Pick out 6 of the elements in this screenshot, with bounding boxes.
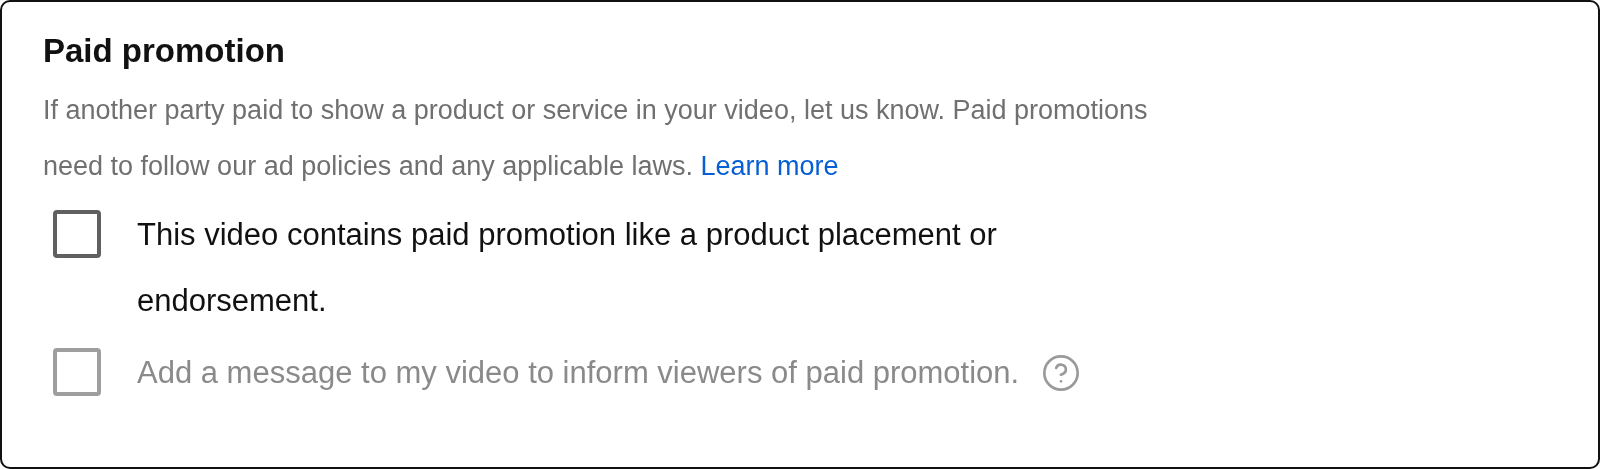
- section-description: If another party paid to show a product or service in your video, let us know. Paid promotions need to follow our ad policies and any applicable laws. Learn more: [43, 94, 1149, 183]
- checkbox[interactable]: [53, 210, 101, 258]
- checkbox-label: Add a message to my video to inform viewers of paid promotion.: [137, 354, 1020, 392]
- checkbox-label: This video contains paid promotion like a product placement or endorsement.: [137, 216, 998, 320]
- learn-more-link[interactable]: Learn more: [700, 151, 839, 181]
- section-title: Paid promotion: [43, 31, 286, 71]
